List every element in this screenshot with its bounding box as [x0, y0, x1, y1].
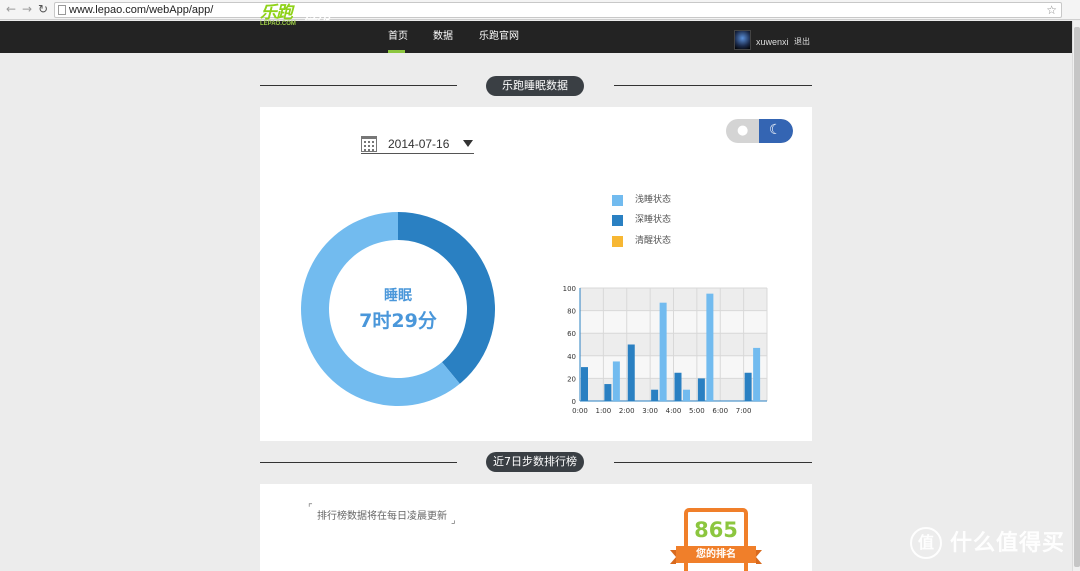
legend-swatch-light-sleep — [612, 195, 623, 206]
legend-swatch-awake — [612, 236, 623, 247]
bar-light-5 — [706, 293, 714, 401]
x-tick-label: 1:00 — [596, 407, 612, 415]
rank-ribbon: 您的排名 — [670, 546, 762, 564]
bar-deep-0 — [581, 367, 588, 401]
y-tick-label: 80 — [567, 308, 576, 316]
x-tick-label: 4:00 — [666, 407, 682, 415]
y-tick-label: 100 — [563, 285, 576, 293]
rank-divider-right — [614, 462, 812, 463]
bar-deep-4 — [674, 372, 682, 401]
x-tick-label: 7:00 — [736, 407, 752, 415]
nav-active-indicator — [388, 50, 405, 53]
browser-toolbar: ← → ↻ www.lepao.com/webApp/app/ ☆ — [0, 0, 1080, 20]
activity-sleep-toggle[interactable]: ● ☾ — [726, 119, 793, 143]
bar-light-7 — [753, 347, 761, 401]
bar-deep-7 — [744, 372, 752, 401]
watermark-logo: 值 — [910, 527, 942, 559]
bar-deep-2 — [627, 344, 635, 401]
nav-data[interactable]: 数据 — [433, 31, 453, 43]
legend-swatch-deep-sleep — [612, 215, 623, 226]
forward-icon[interactable]: → — [20, 2, 34, 16]
donut-center-value: 7时29分 — [359, 310, 437, 332]
rank-section-title: 近7日步数排行榜 — [486, 452, 584, 472]
legend-label-deep-sleep: 深睡状态 — [635, 215, 672, 225]
bar-deep-1 — [604, 384, 612, 401]
sleep-bar-chart: 0 20 40 60 80 100 0:00 1:00 2:00 3:00 4:00 5:00 6:00… — [563, 285, 768, 415]
toggle-sleep-side[interactable]: ☾ — [759, 119, 793, 143]
rank-divider-left — [260, 462, 457, 463]
nav-official-site[interactable]: 乐跑官网 — [479, 31, 519, 43]
logout-link[interactable]: 退出 — [794, 37, 810, 47]
calendar-icon[interactable] — [361, 136, 377, 152]
url-text: www.lepao.com/webApp/app/ — [69, 4, 214, 16]
x-tick-label: 5:00 — [689, 407, 705, 415]
quote-close-mark: ⌟ — [451, 515, 456, 526]
bar-light-4 — [683, 389, 690, 401]
y-tick-label: 60 — [567, 330, 576, 338]
y-tick-label: 40 — [567, 353, 576, 361]
watermark-text: 什么值得买 — [950, 531, 1066, 556]
y-tick-label: 0 — [572, 398, 576, 406]
walker-icon[interactable]: ● — [737, 122, 748, 140]
bar-deep-3 — [651, 389, 659, 401]
back-icon[interactable]: ← — [4, 2, 18, 16]
donut-center-label: 睡眠 — [384, 288, 412, 304]
x-tick-label: 3:00 — [642, 407, 658, 415]
nav-home[interactable]: 首页 — [388, 31, 408, 43]
sleep-section-title: 乐跑睡眠数据 — [486, 76, 584, 96]
app-label: 应用 — [305, 8, 332, 23]
avatar[interactable] — [734, 30, 751, 50]
reload-icon[interactable]: ↻ — [36, 2, 50, 16]
section-divider-left — [260, 85, 457, 86]
address-bar[interactable]: www.lepao.com/webApp/app/ ☆ — [54, 2, 1062, 18]
y-tick-label: 20 — [567, 375, 576, 383]
date-picker-underline — [361, 153, 474, 154]
chevron-down-icon[interactable] — [463, 140, 473, 147]
logo[interactable]: 乐跑 — [260, 4, 293, 22]
x-tick-label: 6:00 — [712, 407, 728, 415]
page-icon — [58, 5, 66, 15]
quote-open-mark: ⌜ — [308, 503, 313, 514]
app-navbar — [0, 21, 1072, 53]
section-divider-right — [614, 85, 812, 86]
legend-label-light-sleep: 浅睡状态 — [635, 195, 672, 205]
x-tick-label: 0:00 — [572, 407, 588, 415]
vertical-scrollbar[interactable] — [1072, 21, 1080, 571]
bar-light-3 — [659, 302, 667, 401]
logo-subtext: LEPAO.COM — [260, 21, 296, 27]
bar-deep-5 — [697, 378, 705, 401]
legend-label-awake: 清醒状态 — [635, 236, 672, 246]
date-picker-value[interactable]: 2014-07-16 — [388, 137, 449, 151]
x-tick-label: 2:00 — [619, 407, 635, 415]
bar-light-1 — [612, 361, 620, 401]
scrollbar-thumb[interactable] — [1074, 27, 1080, 567]
rank-update-note: 排行榜数据将在每日凌晨更新 — [317, 511, 447, 522]
username[interactable]: xuwenxi — [756, 37, 789, 47]
bookmark-star-icon[interactable]: ☆ — [1046, 3, 1057, 17]
moon-icon: ☾ — [769, 122, 782, 138]
rank-number: 865 — [694, 518, 738, 542]
